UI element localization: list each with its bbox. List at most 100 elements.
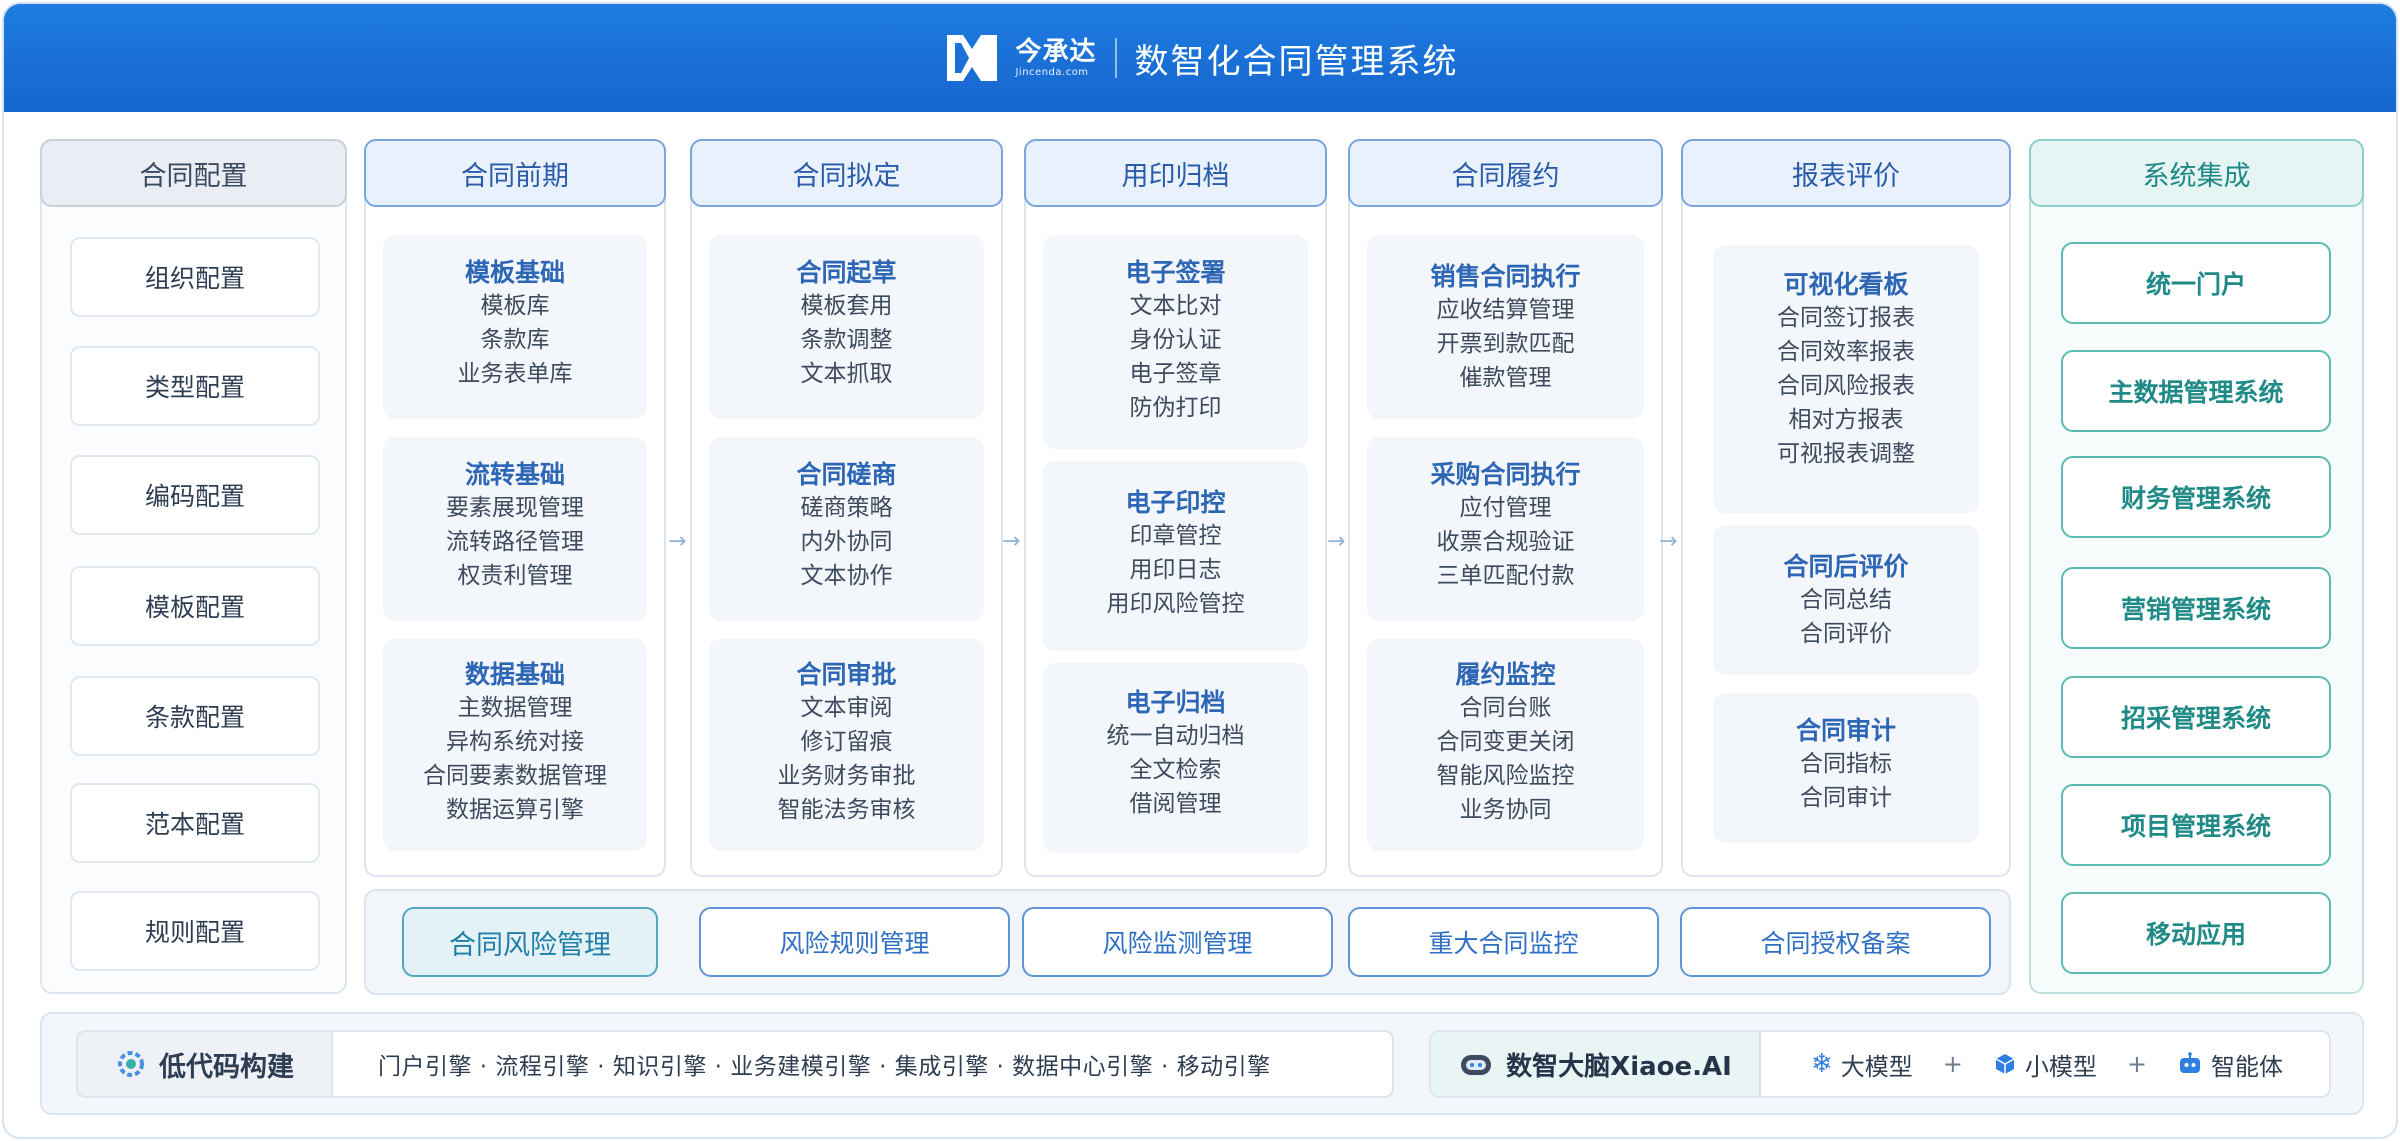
stage-column-head: 合同拟定 [690,139,1003,207]
card-line: 合同评价 [1800,621,1892,647]
function-card: 履约监控 合同台账 合同变更关闭 智能风险监控 业务协同 [1367,639,1644,851]
card-line: 合同指标 [1800,751,1892,777]
card-title: 销售合同执行 [1430,262,1581,291]
risk-item: 风险监测管理 [1022,907,1333,977]
model-item: 智能体 [2177,1047,2283,1082]
risk-item: 合同授权备案 [1680,907,1991,977]
logo-name-cn: 今承达 [1015,37,1097,67]
header-divider [1114,38,1117,78]
flow-arrow-icon: → [1659,529,1678,554]
integration-item: 招采管理系统 [2061,676,2331,758]
plus-icon: + [1942,1050,1963,1078]
flow-arrow-icon: → [668,529,687,554]
logo-name-en: Jincenda.com [1015,67,1089,78]
engine-list: 门户引擎 · 流程引擎 · 知识引擎 · 业务建模引擎 · 集成引擎 · 数据中… [378,1054,1271,1080]
card-line: 合同签订报表 [1777,305,1915,331]
plus-icon: + [2126,1050,2148,1078]
function-card: 采购合同执行 应付管理 收票合规验证 三单匹配付款 [1367,437,1644,621]
card-line: 收票合规验证 [1436,529,1575,555]
function-card: 销售合同执行 应收结算管理 开票到款匹配 催款管理 [1367,235,1644,419]
page-title: 数智化合同管理系统 [1134,41,1459,82]
card-line: 修订留痕 [800,729,893,755]
integration-column-head: 系统集成 [2029,139,2364,207]
risk-management-bar: 合同风险管理 风险规则管理 风险监测管理 重大合同监控 合同授权备案 [364,889,2011,995]
config-item: 模板配置 [70,566,320,646]
risk-main-label: 合同风险管理 [402,907,658,977]
card-line: 智能风险监控 [1436,763,1575,789]
card-line: 模板套用 [800,293,893,319]
stage-column-head: 报表评价 [1681,139,2011,207]
model-label: 小模型 [2024,1052,2097,1081]
flow-arrow-icon: → [1002,529,1021,554]
integration-item: 财务管理系统 [2061,456,2331,538]
card-line: 主数据管理 [457,695,573,721]
function-card: 合同审批 文本审阅 修订留痕 业务财务审批 智能法务审核 [709,639,984,851]
config-column: 合同配置 组织配置 类型配置 编码配置 模板配置 条款配置 范本配置 规则配置 [40,139,347,994]
card-title: 合同磋商 [796,460,897,489]
card-line: 防伪打印 [1129,395,1222,421]
card-line: 印章管控 [1129,523,1222,549]
platform-bar: 低代码构建 门户引擎 · 流程引擎 · 知识引擎 · 业务建模引擎 · 集成引擎… [40,1012,2364,1115]
stage-column-fulfill: 合同履约 销售合同执行 应收结算管理 开票到款匹配 催款管理 采购合同执行 应付… [1348,139,1663,877]
model-label: 大模型 [1840,1052,1913,1081]
model-item: 小模型 [1993,1047,2097,1082]
card-line: 文本比对 [1129,293,1222,319]
function-card: 电子归档 统一自动归档 全文检索 借阅管理 [1043,663,1308,853]
card-title: 合同审批 [796,660,897,689]
jincenda-logo-icon [947,35,998,81]
card-line: 统一自动归档 [1106,723,1245,749]
card-line: 三单匹配付款 [1436,563,1575,589]
card-line: 模板库 [480,293,550,319]
risk-item: 重大合同监控 [1348,907,1659,977]
config-item: 规则配置 [70,891,320,971]
card-line: 要素展现管理 [446,495,584,521]
integration-column: 系统集成 统一门户 主数据管理系统 财务管理系统 营销管理系统 招采管理系统 项… [2029,139,2364,994]
card-title: 履约监控 [1455,660,1556,689]
snowflake-icon: ❄ [1811,1049,1833,1079]
config-item: 范本配置 [70,783,320,863]
card-line: 借阅管理 [1129,791,1222,817]
card-line: 应收结算管理 [1436,297,1575,323]
robot-icon [1461,1055,1492,1075]
card-title: 流转基础 [464,460,565,489]
card-line: 合同总结 [1800,587,1892,613]
card-line: 合同变更关闭 [1436,729,1575,755]
function-card: 数据基础 主数据管理 异构系统对接 合同要素数据管理 数据运算引擎 [383,639,647,851]
function-card: 流转基础 要素展现管理 流转路径管理 权责利管理 [383,437,647,621]
header-bar: 今承达 Jincenda.com 数智化合同管理系统 [4,4,2396,112]
stage-column-report: 报表评价 可视化看板 合同签订报表 合同效率报表 合同风险报表 相对方报表 可视… [1681,139,2011,877]
card-title: 合同审计 [1795,716,1896,745]
stage-column-head: 合同履约 [1348,139,1663,207]
card-line: 开票到款匹配 [1436,331,1575,357]
card-line: 异构系统对接 [446,729,584,755]
card-line: 条款库 [480,327,550,353]
card-title: 电子签署 [1125,258,1226,287]
config-item: 类型配置 [70,346,320,426]
card-line: 业务协同 [1459,797,1552,823]
card-line: 应付管理 [1459,495,1552,521]
lowcode-box: 低代码构建 门户引擎 · 流程引擎 · 知识引擎 · 业务建模引擎 · 集成引擎… [76,1030,1394,1098]
brand-logo: 今承达 Jincenda.com [941,27,1096,89]
stage-column-seal: 用印归档 电子签署 文本比对 身份认证 电子签章 防伪打印 电子印控 印章管控 … [1024,139,1327,877]
function-card: 合同磋商 磋商策略 内外协同 文本协作 [709,437,984,621]
card-line: 全文检索 [1129,757,1222,783]
card-title: 可视化看板 [1783,270,1909,299]
config-item: 组织配置 [70,237,320,317]
stage-column-pre: 合同前期 模板基础 模板库 条款库 业务表单库 流转基础 要素展现管理 流转路径… [364,139,666,877]
card-line: 合同台账 [1459,695,1552,721]
card-line: 数据运算引擎 [446,797,584,823]
card-line: 可视报表调整 [1777,441,1915,467]
card-line: 身份认证 [1129,327,1222,353]
card-line: 内外协同 [800,529,893,555]
stage-column-head: 合同前期 [364,139,666,207]
integration-item: 营销管理系统 [2061,567,2331,649]
card-line: 合同风险报表 [1777,373,1915,399]
card-line: 合同要素数据管理 [423,763,607,789]
card-line: 磋商策略 [800,495,893,521]
lowcode-label-block: 低代码构建 [78,1032,333,1096]
function-card: 合同后评价 合同总结 合同评价 [1713,525,1979,675]
card-line: 权责利管理 [457,563,573,589]
integration-item: 统一门户 [2061,242,2331,324]
function-card: 电子印控 印章管控 用印日志 用印风险管控 [1043,461,1308,651]
function-card: 合同起草 模板套用 条款调整 文本抓取 [709,235,984,419]
